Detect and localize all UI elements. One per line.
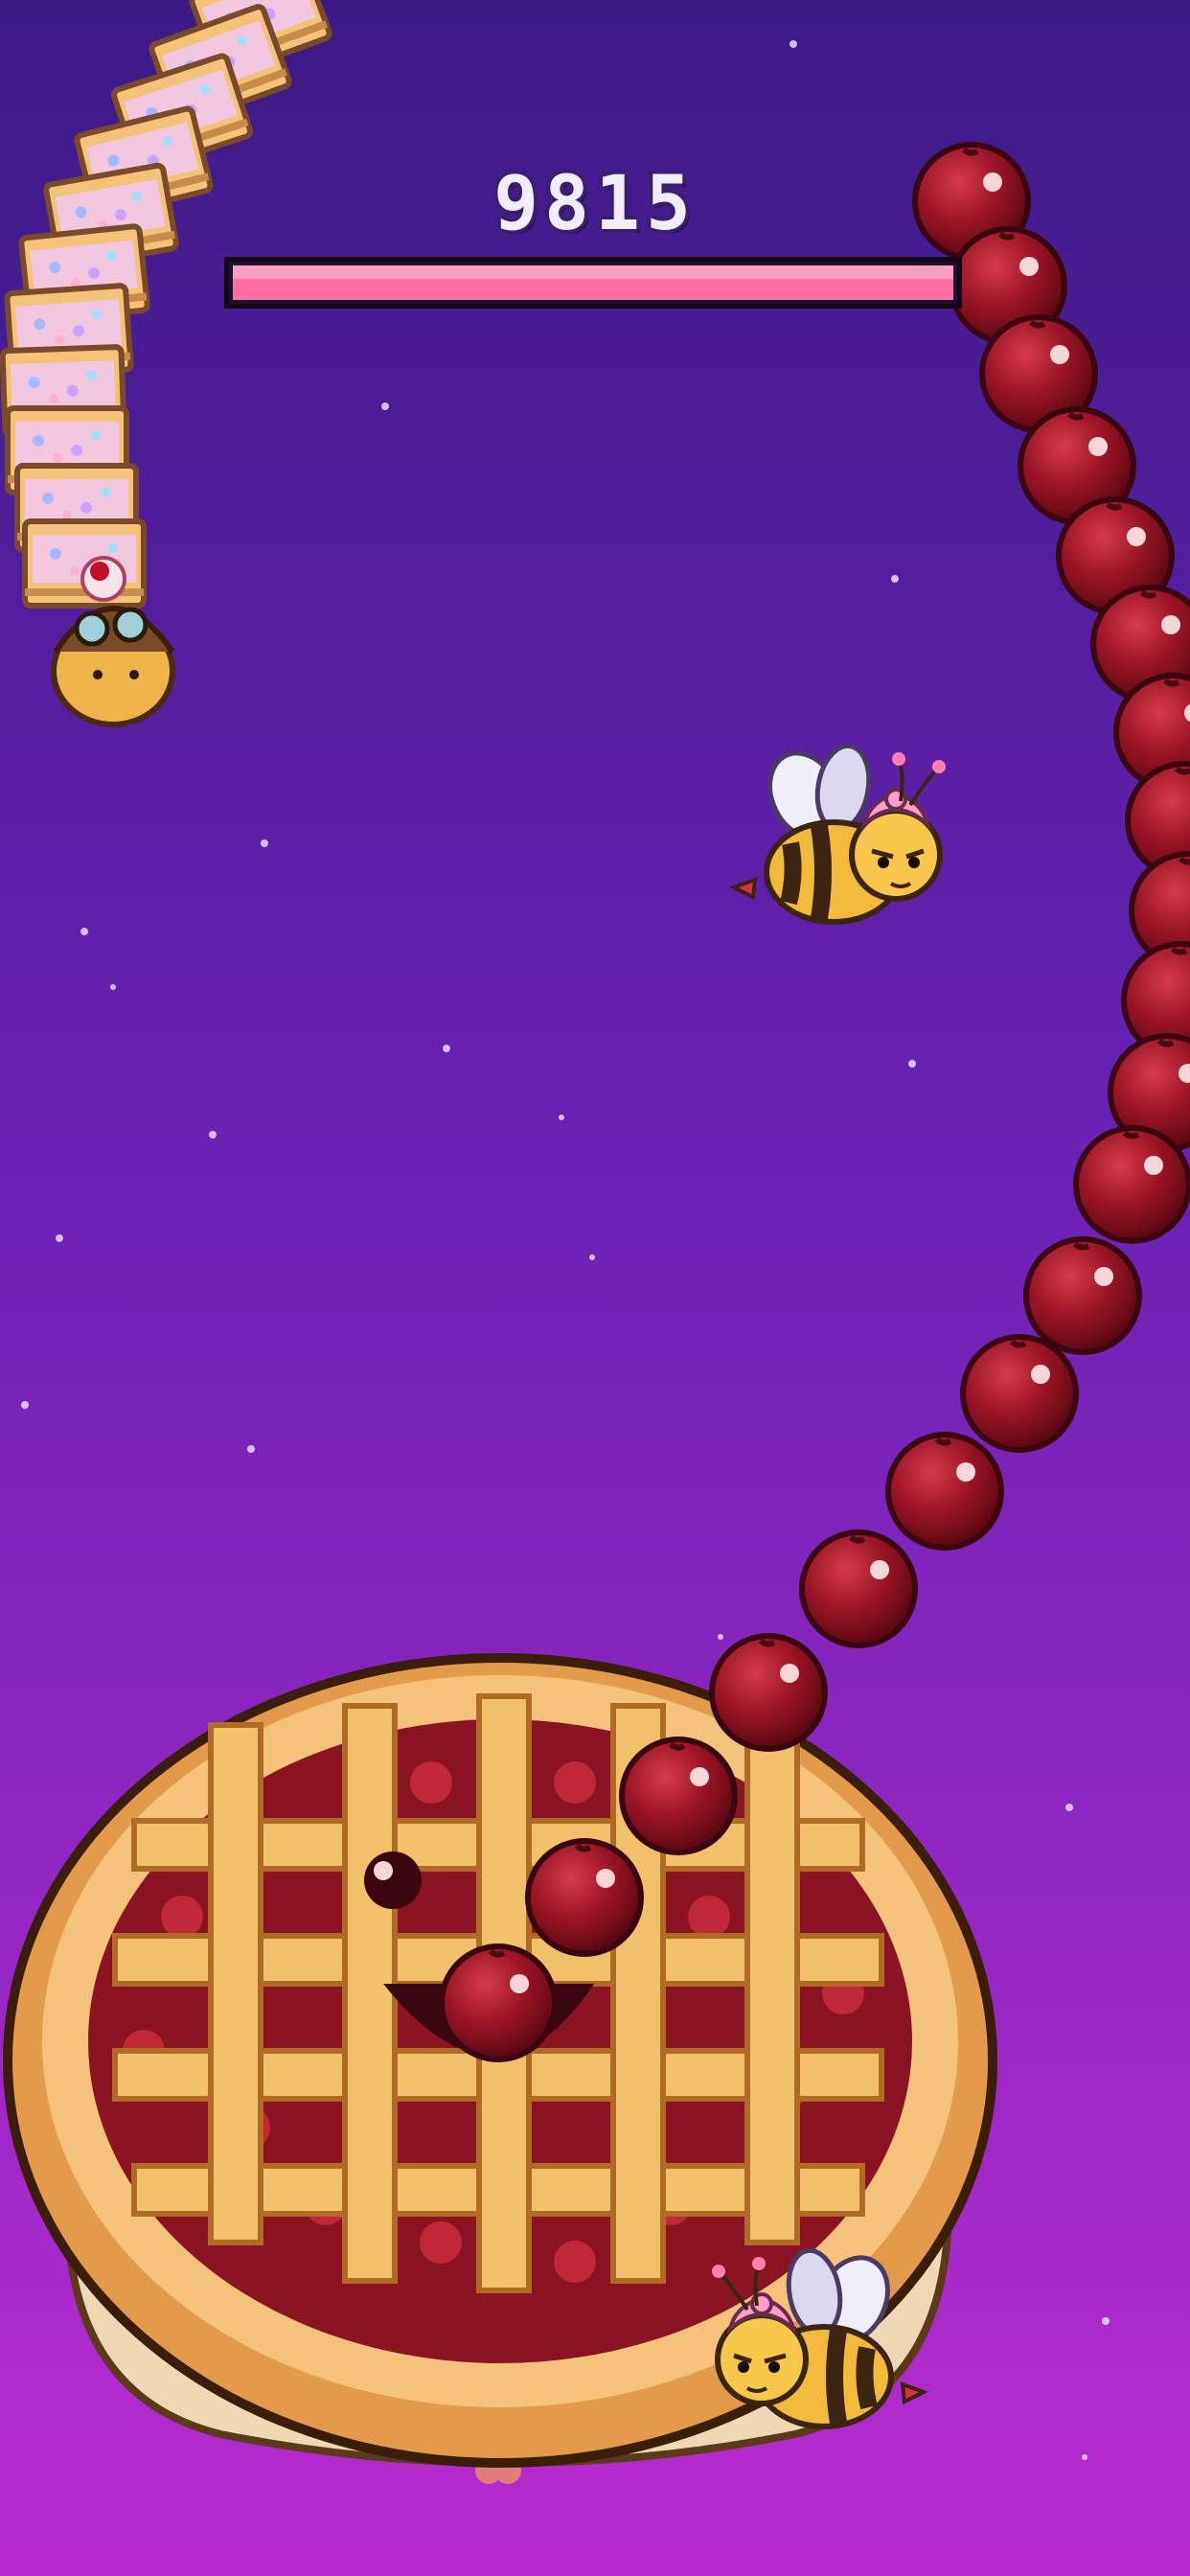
cherry — [525, 1838, 644, 1957]
cherry — [439, 1944, 558, 2062]
health-bar-fill — [233, 265, 953, 300]
cherry — [885, 1432, 1004, 1551]
cherry — [709, 1633, 828, 1752]
cherry — [1023, 1236, 1142, 1355]
score-text: 9815 — [493, 161, 697, 247]
cherry — [619, 1736, 738, 1855]
cherry — [799, 1530, 918, 1648]
cherry — [960, 1334, 1079, 1453]
cherry — [1073, 1125, 1190, 1244]
game-canvas — [0, 0, 1190, 2576]
game-scene[interactable]: 9815 — [0, 0, 1190, 2576]
health-bar — [224, 257, 962, 309]
